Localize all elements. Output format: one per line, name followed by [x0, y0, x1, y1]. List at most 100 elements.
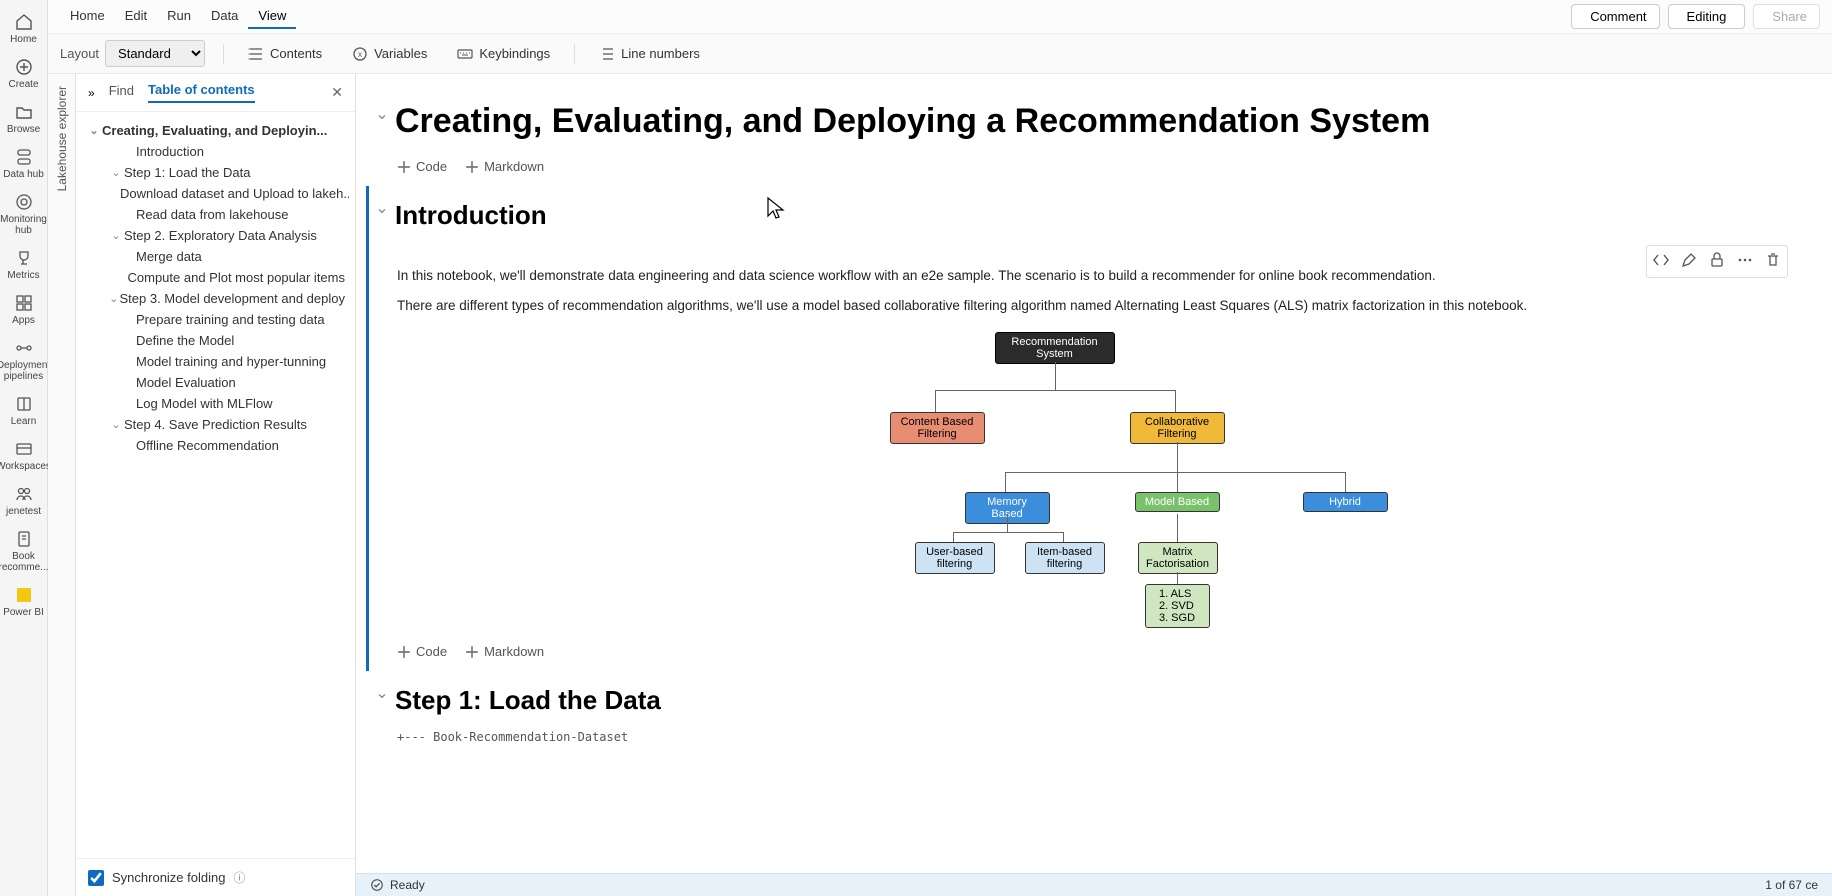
toc-item[interactable]: ⌄Step 3. Model development and deploy — [82, 288, 349, 309]
notebook-icon — [14, 529, 34, 549]
lakehouse-explorer-tab[interactable]: Lakehouse explorer — [48, 74, 76, 896]
keybindings-button[interactable]: Keybindings — [451, 42, 556, 66]
table-of-contents-panel: » Find Table of contents ✕ ⌄Creating, Ev… — [76, 74, 356, 896]
status-ok-icon — [370, 878, 384, 892]
top-menu-bar: HomeEditRunDataView Comment Editing Shar… — [48, 0, 1832, 34]
contents-button[interactable]: Contents — [242, 42, 328, 66]
rail-pipeline[interactable]: Deployment pipelines — [0, 332, 47, 388]
menu-data[interactable]: Data — [201, 4, 248, 29]
folder-icon — [14, 102, 34, 122]
recommendation-diagram: Recommendation System Content Based Filt… — [397, 320, 1812, 636]
chevron-down-icon: ⌄ — [108, 229, 124, 242]
toc-item[interactable]: Introduction — [82, 141, 349, 162]
variables-button[interactable]: x Variables — [346, 42, 433, 66]
chevron-down-icon: ⌄ — [108, 166, 124, 179]
find-tab[interactable]: Find — [109, 83, 134, 102]
rail-workspaces[interactable]: Workspaces — [0, 433, 47, 478]
rail-home[interactable]: Home — [0, 6, 47, 51]
chevron-down-icon: ⌄ — [86, 124, 102, 137]
rail-plus[interactable]: Create — [0, 51, 47, 96]
rail-apps[interactable]: Apps — [0, 287, 47, 332]
lock-cell-button[interactable] — [1707, 250, 1727, 273]
plus-icon — [14, 57, 34, 77]
rail-learn[interactable]: Learn — [0, 388, 47, 433]
fold-chevron[interactable]: ⌄ — [369, 671, 395, 703]
toc-item[interactable]: ⌄Creating, Evaluating, and Deployin... — [82, 120, 349, 141]
add-code-cell[interactable]: Code — [397, 159, 447, 174]
toc-item[interactable]: Offline Recommendation — [82, 435, 349, 456]
rail-pbi[interactable]: Power BI — [0, 579, 47, 624]
sync-folding-label: Synchronize folding — [112, 870, 225, 885]
trophy-icon — [14, 248, 34, 268]
toc-tab[interactable]: Table of contents — [148, 82, 255, 103]
rail-monitor[interactable]: Monitoring hub — [0, 186, 47, 242]
toc-item[interactable]: ⌄Step 4. Save Prediction Results — [82, 414, 349, 435]
share-button[interactable]: Share — [1753, 4, 1820, 29]
layout-label: Layout — [60, 46, 99, 61]
intro-heading: Introduction — [395, 190, 1812, 241]
comment-button[interactable]: Comment — [1571, 4, 1659, 29]
collapse-toc-icon[interactable]: » — [88, 86, 95, 100]
view-source-button[interactable] — [1651, 250, 1671, 273]
editing-label: Editing — [1687, 9, 1727, 24]
toc-item[interactable]: Merge data — [82, 246, 349, 267]
layout-select[interactable]: Standard — [105, 40, 205, 67]
toc-item[interactable]: ⌄Step 2. Exploratory Data Analysis — [82, 225, 349, 246]
rail-datahub[interactable]: Data hub — [0, 141, 47, 186]
fold-chevron[interactable]: ⌄ — [369, 92, 395, 124]
toc-item[interactable]: Model Evaluation — [82, 372, 349, 393]
view-toolbar: Layout Standard Contents x Variables Key… — [48, 34, 1832, 74]
menu-run[interactable]: Run — [157, 4, 201, 29]
toc-item[interactable]: Model training and hyper-tunning — [82, 351, 349, 372]
svg-text:x: x — [358, 50, 362, 59]
menu-view[interactable]: View — [248, 4, 296, 29]
share-label: Share — [1772, 9, 1807, 24]
home-icon — [14, 12, 34, 32]
rail-trophy[interactable]: Metrics — [0, 242, 47, 287]
info-icon[interactable]: ⓘ — [233, 869, 245, 886]
chevron-down-icon: ⌄ — [108, 418, 124, 431]
menu-home[interactable]: Home — [60, 4, 115, 29]
line-numbers-button[interactable]: Line numbers — [593, 42, 706, 66]
monitor-icon — [14, 192, 34, 212]
cell-toolbar — [1646, 245, 1788, 278]
notebook-title: Creating, Evaluating, and Deploying a Re… — [395, 96, 1812, 147]
menu-edit[interactable]: Edit — [115, 4, 157, 29]
rail-folder[interactable]: Browse — [0, 96, 47, 141]
toc-item[interactable]: ⌄Step 1: Load the Data — [82, 162, 349, 183]
intro-paragraph-1: In this notebook, we'll demonstrate data… — [397, 261, 1812, 291]
toc-item[interactable]: Define the Model — [82, 330, 349, 351]
toc-item[interactable]: Compute and Plot most popular items — [82, 267, 349, 288]
workspaces-icon — [14, 439, 34, 459]
people-icon — [14, 484, 34, 504]
edit-cell-button[interactable] — [1679, 250, 1699, 273]
fold-chevron[interactable]: ⌄ — [369, 186, 395, 218]
code-preview: +--- Book-Recommendation-Dataset — [369, 724, 1812, 744]
toc-item[interactable]: Log Model with MLFlow — [82, 393, 349, 414]
comment-label: Comment — [1590, 9, 1646, 24]
close-toc-icon[interactable]: ✕ — [331, 84, 343, 101]
delete-cell-button[interactable] — [1763, 250, 1783, 273]
toc-item[interactable]: Download dataset and Upload to lakeh... — [82, 183, 349, 204]
toc-footer: Synchronize folding ⓘ — [76, 858, 355, 896]
status-text: Ready — [390, 878, 425, 892]
rail-notebook[interactable]: Book recomme... — [0, 523, 47, 579]
cell-counter: 1 of 67 ce — [1765, 878, 1818, 892]
status-bar: Ready 1 of 67 ce — [356, 873, 1832, 896]
more-cell-button[interactable] — [1735, 250, 1755, 273]
rail-people[interactable]: jenetest — [0, 478, 47, 523]
step1-heading: Step 1: Load the Data — [395, 675, 1812, 720]
apps-icon — [14, 293, 34, 313]
add-code-cell[interactable]: Code — [397, 644, 447, 659]
toc-item[interactable]: Prepare training and testing data — [82, 309, 349, 330]
add-markdown-cell[interactable]: Markdown — [465, 159, 544, 174]
toc-list: ⌄Creating, Evaluating, and Deployin...In… — [76, 112, 355, 858]
add-markdown-cell[interactable]: Markdown — [465, 644, 544, 659]
editing-mode-button[interactable]: Editing — [1668, 4, 1746, 29]
notebook-editor: ⌄ Creating, Evaluating, and Deploying a … — [356, 74, 1832, 896]
sync-folding-checkbox[interactable] — [88, 870, 104, 886]
toc-item[interactable]: Read data from lakehouse — [82, 204, 349, 225]
chevron-down-icon: ⌄ — [108, 292, 120, 305]
intro-paragraph-2: There are different types of recommendat… — [397, 291, 1812, 321]
learn-icon — [14, 394, 34, 414]
